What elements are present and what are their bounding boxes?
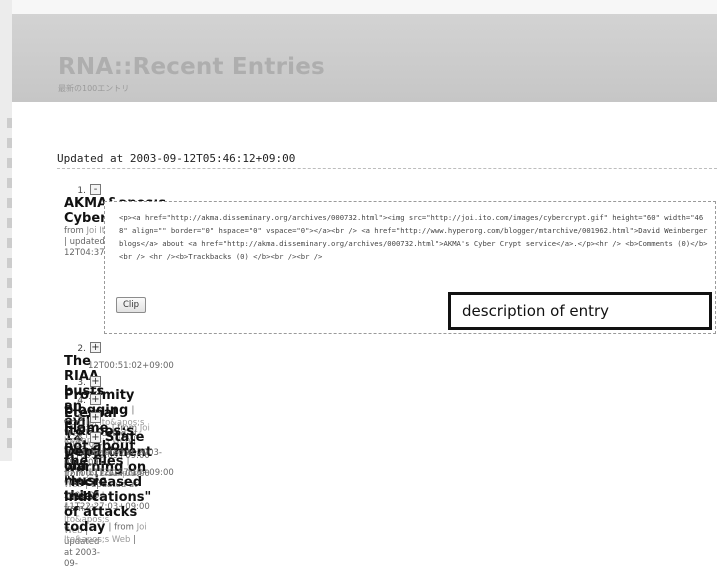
entry-number: 1. [77, 185, 86, 196]
entry-number: 2. [77, 343, 86, 354]
expand-button[interactable]: + [90, 432, 101, 443]
meta-prefix: | from [108, 522, 134, 533]
entry-number: 4. [77, 395, 86, 406]
expand-button[interactable]: + [90, 342, 101, 353]
clip-button[interactable]: Clip [116, 297, 147, 313]
site-title: RNA::Recent Entries [58, 54, 325, 80]
callout-label: description of entry [462, 302, 610, 320]
entry-number: 3. [77, 377, 86, 388]
entry-title-link[interactable]: State Department warning on "increased i… [64, 430, 152, 535]
entry-description: <p><a href="http://akma.disseminary.org/… [119, 213, 708, 261]
entry-meta-continued: 12T00:51:02+09:00 [88, 361, 174, 371]
entry-number: 5. [77, 413, 86, 424]
expand-button[interactable]: + [90, 394, 101, 405]
left-rail [0, 0, 12, 461]
updated-at: | [133, 535, 137, 545]
divider [57, 168, 717, 169]
expand-button[interactable]: + [90, 412, 101, 423]
annotation-callout: description of entry [448, 292, 712, 330]
collapse-button[interactable]: - [90, 184, 101, 195]
expand-button[interactable]: + [90, 376, 101, 387]
entry-meta-continued: updated at 2003-09-11T21:57:18+09:00 [88, 448, 174, 478]
entry-number: 6. [77, 433, 86, 444]
updated-heading: Updated at 2003-09-12T05:46:12+09:00 [57, 152, 296, 165]
site-subtitle: 最新の100エントリ [58, 84, 130, 93]
